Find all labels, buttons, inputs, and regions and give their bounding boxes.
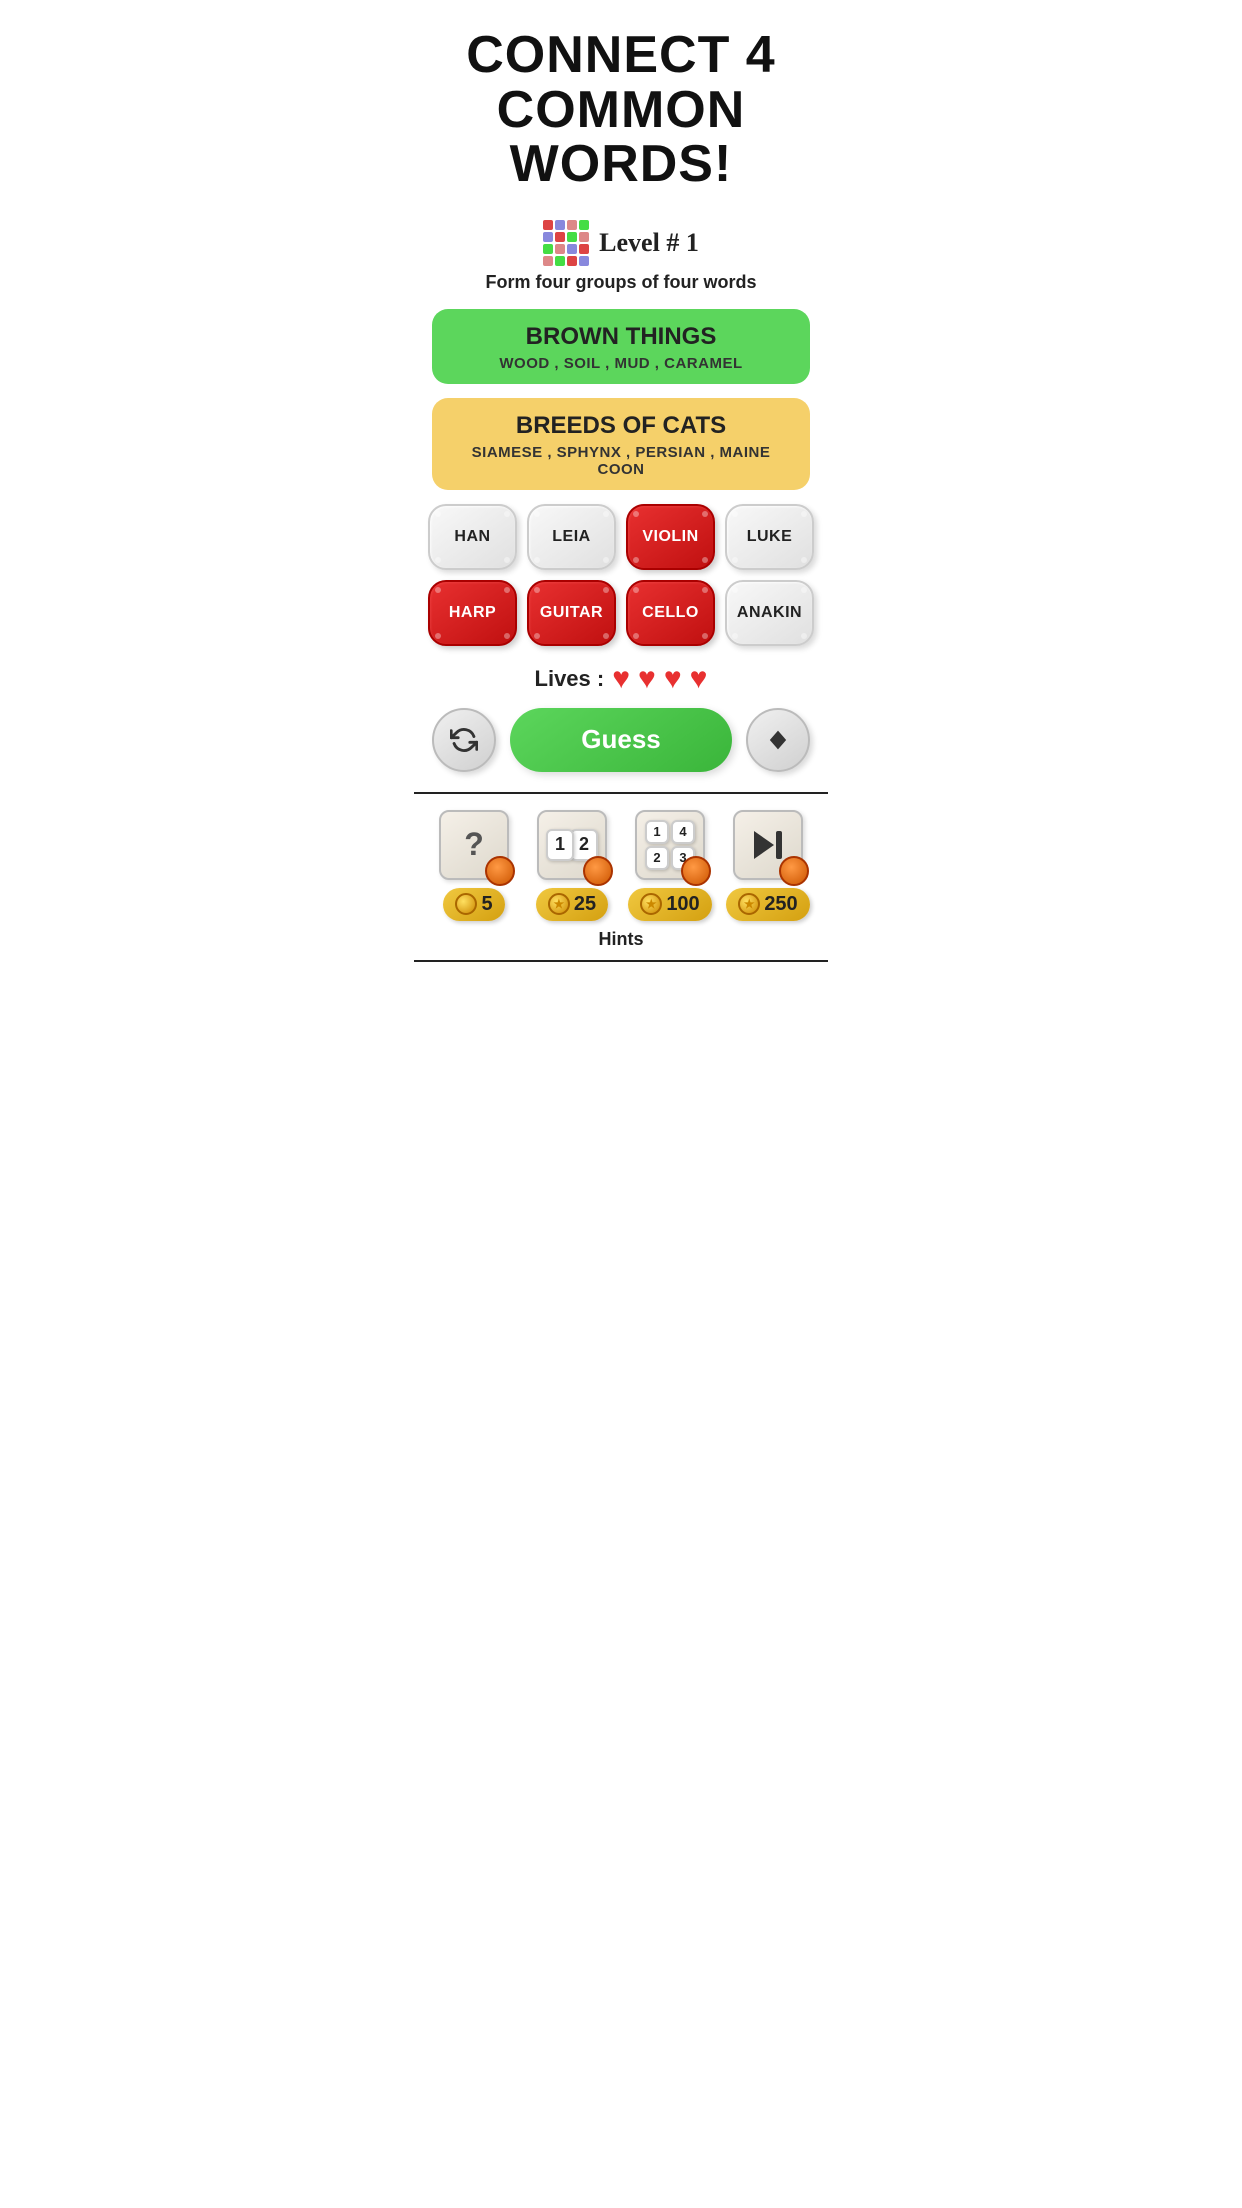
category-breeds-of-cats: BREEDS OF CATS SIAMESE , SPHYNX , PERSIA…: [432, 398, 810, 490]
subtitle: Form four groups of four words: [414, 272, 828, 293]
tile-han[interactable]: HAN: [428, 504, 517, 570]
level-text: Level # 1: [599, 228, 699, 258]
game-title: CONNECT 4COMMON WORDS!: [414, 0, 828, 202]
category-brown-things: BROWN THINGS WOOD , SOIL , MUD , CARAMEL: [432, 309, 810, 384]
word-grid: HAN LEIA VIOLIN LUKE HARP GUITAR: [428, 504, 814, 646]
tile-anakin[interactable]: ANAKIN: [725, 580, 814, 646]
tile-guitar[interactable]: GUITAR: [527, 580, 616, 646]
hint-skip[interactable]: ★ 250: [722, 810, 814, 921]
heart-3: ♥: [664, 662, 682, 696]
hint-sort[interactable]: 1 4 2 3 ★ 100: [624, 810, 716, 921]
hint-swap[interactable]: 1 2 ★ 25: [526, 810, 618, 921]
hints-grid: ? 5 1 2 ★: [428, 810, 814, 921]
level-icon: [543, 220, 589, 266]
heart-1: ♥: [612, 662, 630, 696]
shuffle-button[interactable]: [432, 708, 496, 772]
hints-section: ? 5 1 2 ★: [414, 792, 828, 962]
heart-2: ♥: [638, 662, 656, 696]
action-row: Guess: [432, 708, 810, 772]
hint-reveal[interactable]: ? 5: [428, 810, 520, 921]
lives-row: Lives : ♥ ♥ ♥ ♥: [414, 662, 828, 696]
tile-luke[interactable]: LUKE: [725, 504, 814, 570]
hint-sort-cost: ★ 100: [628, 888, 711, 921]
heart-4: ♥: [690, 662, 708, 696]
tile-violin[interactable]: VIOLIN: [626, 504, 715, 570]
erase-button[interactable]: [746, 708, 810, 772]
tile-leia[interactable]: LEIA: [527, 504, 616, 570]
hint-reveal-cost: 5: [443, 888, 504, 921]
category-title: BREEDS OF CATS: [452, 412, 790, 440]
category-words: WOOD , SOIL , MUD , CARAMEL: [452, 355, 790, 372]
category-title: BROWN THINGS: [452, 323, 790, 351]
tile-harp[interactable]: HARP: [428, 580, 517, 646]
hints-label: Hints: [414, 929, 828, 950]
category-words: SIAMESE , SPHYNX , PERSIAN , MAINE COON: [452, 444, 790, 478]
hint-swap-cost: ★ 25: [536, 888, 608, 921]
guess-button[interactable]: Guess: [510, 708, 732, 772]
tile-cello[interactable]: CELLO: [626, 580, 715, 646]
lives-label: Lives :: [535, 666, 605, 692]
hint-skip-cost: ★ 250: [726, 888, 809, 921]
